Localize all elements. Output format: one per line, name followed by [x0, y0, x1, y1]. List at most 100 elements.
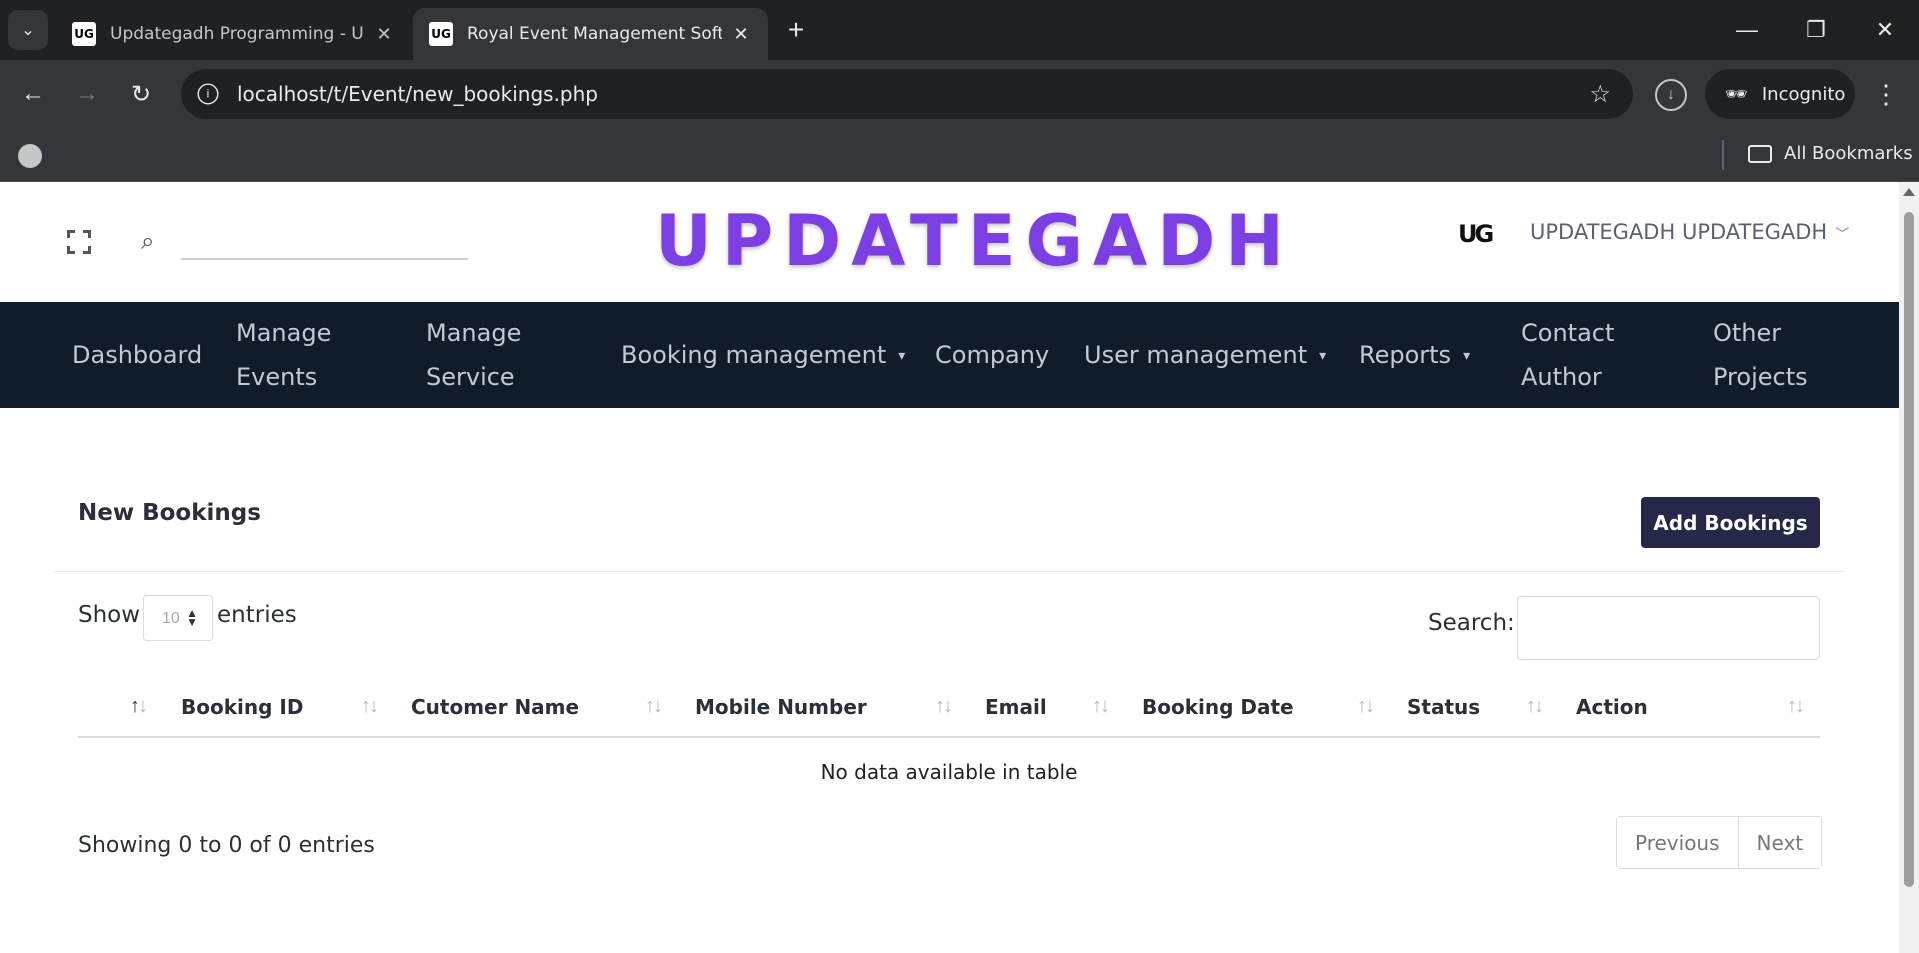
column-header-mobile-number[interactable]: Mobile Number [695, 695, 867, 719]
chevron-down-icon: ﹀ [1835, 227, 1850, 243]
table-search-input[interactable] [1517, 596, 1820, 660]
previous-page-button[interactable]: Previous [1617, 817, 1738, 868]
folder-icon [1748, 144, 1772, 163]
nav-contact-author[interactable]: Contact Author [1521, 311, 1614, 399]
column-header-action[interactable]: Action [1576, 695, 1648, 719]
brand-logo-text: UPDATEGADH [655, 200, 1294, 282]
sort-arrows-icon[interactable]: ↑↓ [645, 695, 663, 718]
reload-button[interactable]: ↻ [121, 74, 161, 114]
download-icon[interactable]: ↓ [1655, 79, 1687, 111]
address-bar[interactable]: i localhost/t/Event/new_bookings.php ☆ [181, 69, 1633, 119]
nav-user-management[interactable]: User management ▾ [1084, 333, 1326, 378]
main-navigation: Dashboard Manage Events Manage Service B… [0, 302, 1899, 408]
nav-label: Author [1521, 363, 1602, 391]
add-bookings-button[interactable]: Add Bookings [1641, 497, 1820, 548]
show-label: Show [78, 602, 141, 628]
sort-arrows-icon[interactable]: ↑↓ [1092, 695, 1110, 718]
tab-favicon-icon: UG [429, 22, 453, 46]
next-page-button[interactable]: Next [1737, 817, 1822, 868]
sort-index-column[interactable]: ↑↓ [130, 695, 148, 718]
nav-reports[interactable]: Reports ▾ [1359, 333, 1470, 378]
nav-label: Booking management [621, 341, 887, 369]
close-icon: ✕ [1875, 17, 1895, 42]
all-bookmarks-button[interactable]: All Bookmarks [1748, 143, 1913, 164]
forward-button[interactable]: → [67, 74, 107, 114]
app-header: ⌕ UPDATEGADH UG UPDATEGADH UPDATEGADH ﹀ [0, 182, 1899, 302]
nav-booking-management[interactable]: Booking management ▾ [621, 333, 905, 378]
back-button[interactable]: ← [13, 74, 53, 114]
sort-arrows-icon[interactable]: ↑↓ [1357, 695, 1375, 718]
all-bookmarks-label: All Bookmarks [1784, 143, 1913, 164]
sort-arrows-icon[interactable]: ↑↓ [1787, 695, 1805, 718]
sort-arrows-icon[interactable]: ↑↓ [935, 695, 953, 718]
fullscreen-icon[interactable] [67, 230, 91, 254]
close-icon[interactable]: ✕ [373, 24, 395, 45]
username-label: UPDATEGADH UPDATEGADH [1530, 220, 1828, 244]
nav-label: Contact [1521, 319, 1615, 347]
nav-manage-events[interactable]: Manage Events [236, 311, 331, 399]
scroll-up-arrow-icon[interactable] [1903, 188, 1915, 196]
restore-icon: ❐ [1806, 17, 1826, 42]
sort-arrows-icon[interactable]: ↑↓ [1526, 695, 1544, 718]
column-header-booking-id[interactable]: Booking ID [181, 695, 303, 719]
chevron-down-icon: ▾ [898, 348, 906, 364]
table-search-label: Search: [1428, 610, 1515, 636]
nav-label: Other [1713, 319, 1782, 347]
card-divider [54, 571, 1845, 572]
browser-menu-button[interactable]: ⋮ [1868, 74, 1904, 114]
column-header-customer-name[interactable]: Cutomer Name [411, 695, 579, 719]
nav-label: Reports [1359, 341, 1452, 369]
restore-button[interactable]: ❐ [1782, 0, 1850, 60]
minimize-icon: — [1736, 17, 1758, 42]
nav-label: Manage [236, 319, 332, 347]
nav-label: Projects [1713, 363, 1808, 391]
arrow-right-icon: → [75, 80, 99, 107]
nav-label: User management [1084, 341, 1308, 369]
url-text[interactable]: localhost/t/Event/new_bookings.php [237, 82, 1589, 106]
column-header-status[interactable]: Status [1407, 695, 1480, 719]
entries-label: entries [217, 602, 297, 628]
table-header-divider [78, 736, 1820, 738]
bookmarks-separator [1722, 140, 1724, 170]
page-content: ⌕ UPDATEGADH UG UPDATEGADH UPDATEGADH ﹀ D… [0, 182, 1899, 953]
browser-toolbar: ← → ↻ i localhost/t/Event/new_bookings.p… [0, 60, 1919, 130]
column-header-booking-date[interactable]: Booking Date [1142, 695, 1294, 719]
tab-title: Updategadh Programming - Up [110, 24, 365, 44]
minimize-button[interactable]: — [1713, 0, 1781, 60]
close-icon[interactable]: ✕ [730, 24, 752, 45]
pagination: Previous Next [1616, 816, 1823, 869]
entries-per-page-select[interactable]: 10 ▲ ▼ [143, 595, 213, 641]
column-header-email[interactable]: Email [985, 695, 1047, 719]
close-window-button[interactable]: ✕ [1851, 0, 1919, 60]
sort-arrows-icon: ▲ ▼ [186, 606, 198, 629]
header-search-input[interactable] [181, 226, 468, 260]
scrollbar-thumb[interactable] [1904, 212, 1914, 887]
plus-icon: + [787, 14, 805, 45]
nav-company[interactable]: Company [935, 333, 1049, 377]
nav-other-projects[interactable]: Other Projects [1713, 311, 1808, 399]
incognito-badge[interactable]: 🕶 Incognito [1705, 69, 1855, 119]
nav-manage-service[interactable]: Manage Service [426, 311, 521, 399]
bookmark-star-icon[interactable]: ☆ [1589, 80, 1611, 109]
browser-tab-updategadh[interactable]: UG Updategadh Programming - Up ✕ [56, 8, 411, 60]
tab-title: Royal Event Management Softw [467, 24, 722, 44]
nav-dashboard[interactable]: Dashboard [72, 333, 202, 377]
nav-label: Service [426, 363, 515, 391]
search-icon: ⌕ [141, 228, 155, 255]
new-tab-button[interactable]: + [778, 12, 814, 48]
user-menu[interactable]: UPDATEGADH UPDATEGADH ﹀ [1530, 220, 1849, 244]
page-scrollbar[interactable] [1899, 182, 1919, 953]
browser-tab-bar: ⌄ UG Updategadh Programming - Up ✕ UG Ro… [0, 0, 1919, 60]
globe-icon[interactable] [18, 144, 42, 168]
chevron-down-icon: ▾ [1319, 348, 1327, 364]
page-title: New Bookings [78, 500, 261, 526]
tab-search-button[interactable]: ⌄ [8, 10, 48, 50]
site-info-icon[interactable]: i [197, 83, 219, 105]
nav-label: Events [236, 363, 318, 391]
incognito-icon: 🕶 [1725, 83, 1748, 105]
avatar[interactable]: UG [1458, 220, 1494, 256]
browser-tab-royal-event[interactable]: UG Royal Event Management Softw ✕ [413, 8, 768, 60]
more-vertical-icon: ⋮ [1873, 78, 1899, 109]
sort-arrows-icon[interactable]: ↑↓ [361, 695, 379, 718]
table-empty-message: No data available in table [820, 760, 1078, 784]
